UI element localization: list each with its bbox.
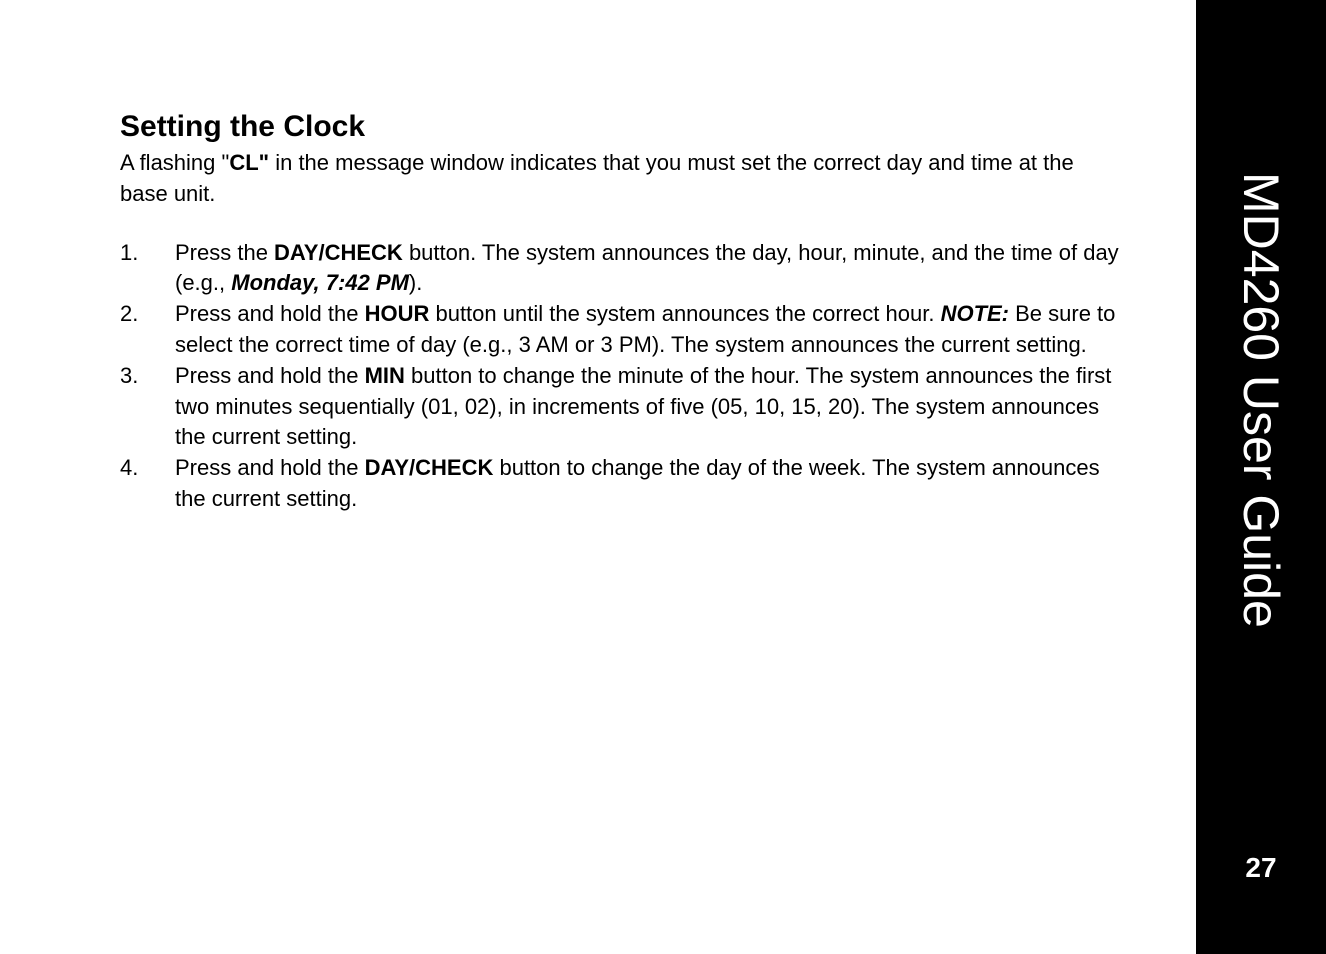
page-number: 27 (1245, 852, 1276, 884)
list-number: 4. (120, 453, 175, 515)
list-item: 2.Press and hold the HOUR button until t… (120, 299, 1126, 361)
sidebar: MD4260 User Guide 27 (1196, 0, 1326, 954)
text-run: MIN (365, 363, 405, 388)
intro-prefix: A flashing " (120, 150, 229, 175)
list-item: 4.Press and hold the DAY/CHECK button to… (120, 453, 1126, 515)
text-run: Monday, 7:42 PM (231, 270, 409, 295)
text-run: NOTE: (941, 301, 1009, 326)
list-content: Press the DAY/CHECK button. The system a… (175, 238, 1126, 300)
content-area: Setting the Clock A flashing "CL" in the… (0, 0, 1196, 954)
numbered-list: 1.Press the DAY/CHECK button. The system… (120, 238, 1126, 515)
section-heading: Setting the Clock (120, 110, 1126, 144)
list-number: 1. (120, 238, 175, 300)
intro-code: CL" (229, 150, 269, 175)
list-number: 2. (120, 299, 175, 361)
text-run: Press and hold the (175, 363, 365, 388)
page-container: Setting the Clock A flashing "CL" in the… (0, 0, 1326, 954)
text-run: Press the (175, 240, 274, 265)
text-run: HOUR (365, 301, 430, 326)
list-content: Press and hold the MIN button to change … (175, 361, 1126, 453)
text-run: Press and hold the (175, 301, 365, 326)
text-run: DAY/CHECK (274, 240, 403, 265)
sidebar-title: MD4260 User Guide (1232, 172, 1290, 628)
list-item: 1.Press the DAY/CHECK button. The system… (120, 238, 1126, 300)
sidebar-title-wrap: MD4260 User Guide (1196, 0, 1326, 800)
text-run: button until the system announces the co… (429, 301, 940, 326)
list-number: 3. (120, 361, 175, 453)
list-content: Press and hold the HOUR button until the… (175, 299, 1126, 361)
list-item: 3.Press and hold the MIN button to chang… (120, 361, 1126, 453)
intro-paragraph: A flashing "CL" in the message window in… (120, 148, 1126, 210)
text-run: ). (409, 270, 422, 295)
text-run: Press and hold the (175, 455, 365, 480)
list-content: Press and hold the DAY/CHECK button to c… (175, 453, 1126, 515)
text-run: DAY/CHECK (365, 455, 494, 480)
